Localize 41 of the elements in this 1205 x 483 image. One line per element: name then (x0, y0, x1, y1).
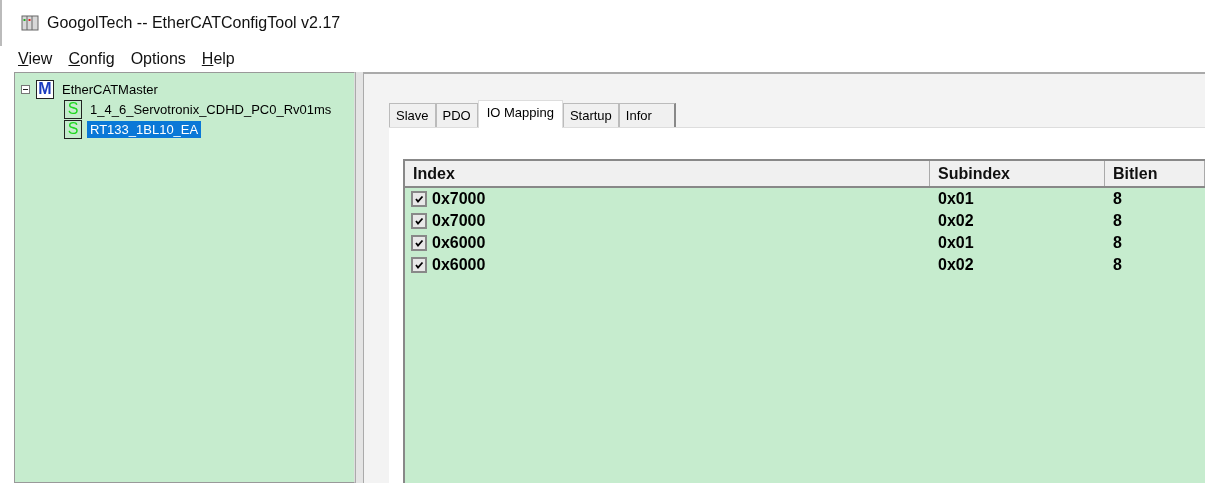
table-cell-text: 0x02 (937, 256, 975, 274)
menu-item[interactable]: View (18, 50, 53, 68)
tab[interactable]: Infor (618, 103, 676, 127)
check-icon (414, 238, 424, 248)
checkbox[interactable] (411, 191, 427, 207)
check-icon (414, 216, 424, 226)
table-cell-text: 8 (1112, 190, 1123, 208)
table-cell: 0x6000 (432, 256, 486, 274)
checkbox[interactable] (411, 213, 427, 229)
slave-icon: S (64, 119, 82, 139)
window-title: GoogolTech -- EtherCATConfigTool v2.17 (47, 14, 341, 32)
menu-item[interactable]: Help (201, 50, 235, 68)
table-cell-text: 8 (1112, 256, 1123, 274)
tab[interactable]: IO Mapping (477, 100, 563, 128)
table-cell-text: 0x01 (937, 234, 975, 252)
menu-item[interactable]: Options (130, 50, 186, 68)
column-header[interactable]: Subindex (930, 161, 1105, 186)
menu-item[interactable]: Config (68, 50, 115, 68)
column-header[interactable]: Index (405, 161, 930, 186)
slave-icon: S (64, 99, 82, 119)
app-icon (21, 14, 39, 32)
tree-item[interactable]: EtherCATMaster (59, 80, 161, 98)
check-icon (414, 194, 424, 204)
check-icon (414, 260, 424, 270)
table-cell-text: 8 (1112, 234, 1123, 252)
collapse-icon[interactable] (21, 84, 30, 94)
tree-item[interactable]: RT133_1BL10_EA (87, 120, 202, 138)
master-icon: M (36, 79, 54, 99)
checkbox[interactable] (411, 235, 427, 251)
table-cell: 0x6000 (432, 234, 486, 252)
table-cell-text: 0x02 (937, 212, 975, 230)
tab[interactable]: Startup (562, 103, 619, 127)
column-header[interactable]: Bitlen (1105, 161, 1205, 186)
tab[interactable]: PDO (435, 103, 478, 127)
table-cell-text: 0x01 (937, 190, 975, 208)
checkbox[interactable] (411, 257, 427, 273)
table-cell-text: 8 (1112, 212, 1123, 230)
table-cell: 0x7000 (432, 212, 486, 230)
table-cell: 0x7000 (432, 190, 486, 208)
tab[interactable]: Slave (389, 103, 436, 127)
tree-item[interactable]: 1_4_6_Servotronix_CDHD_PC0_Rv01ms (87, 100, 335, 118)
